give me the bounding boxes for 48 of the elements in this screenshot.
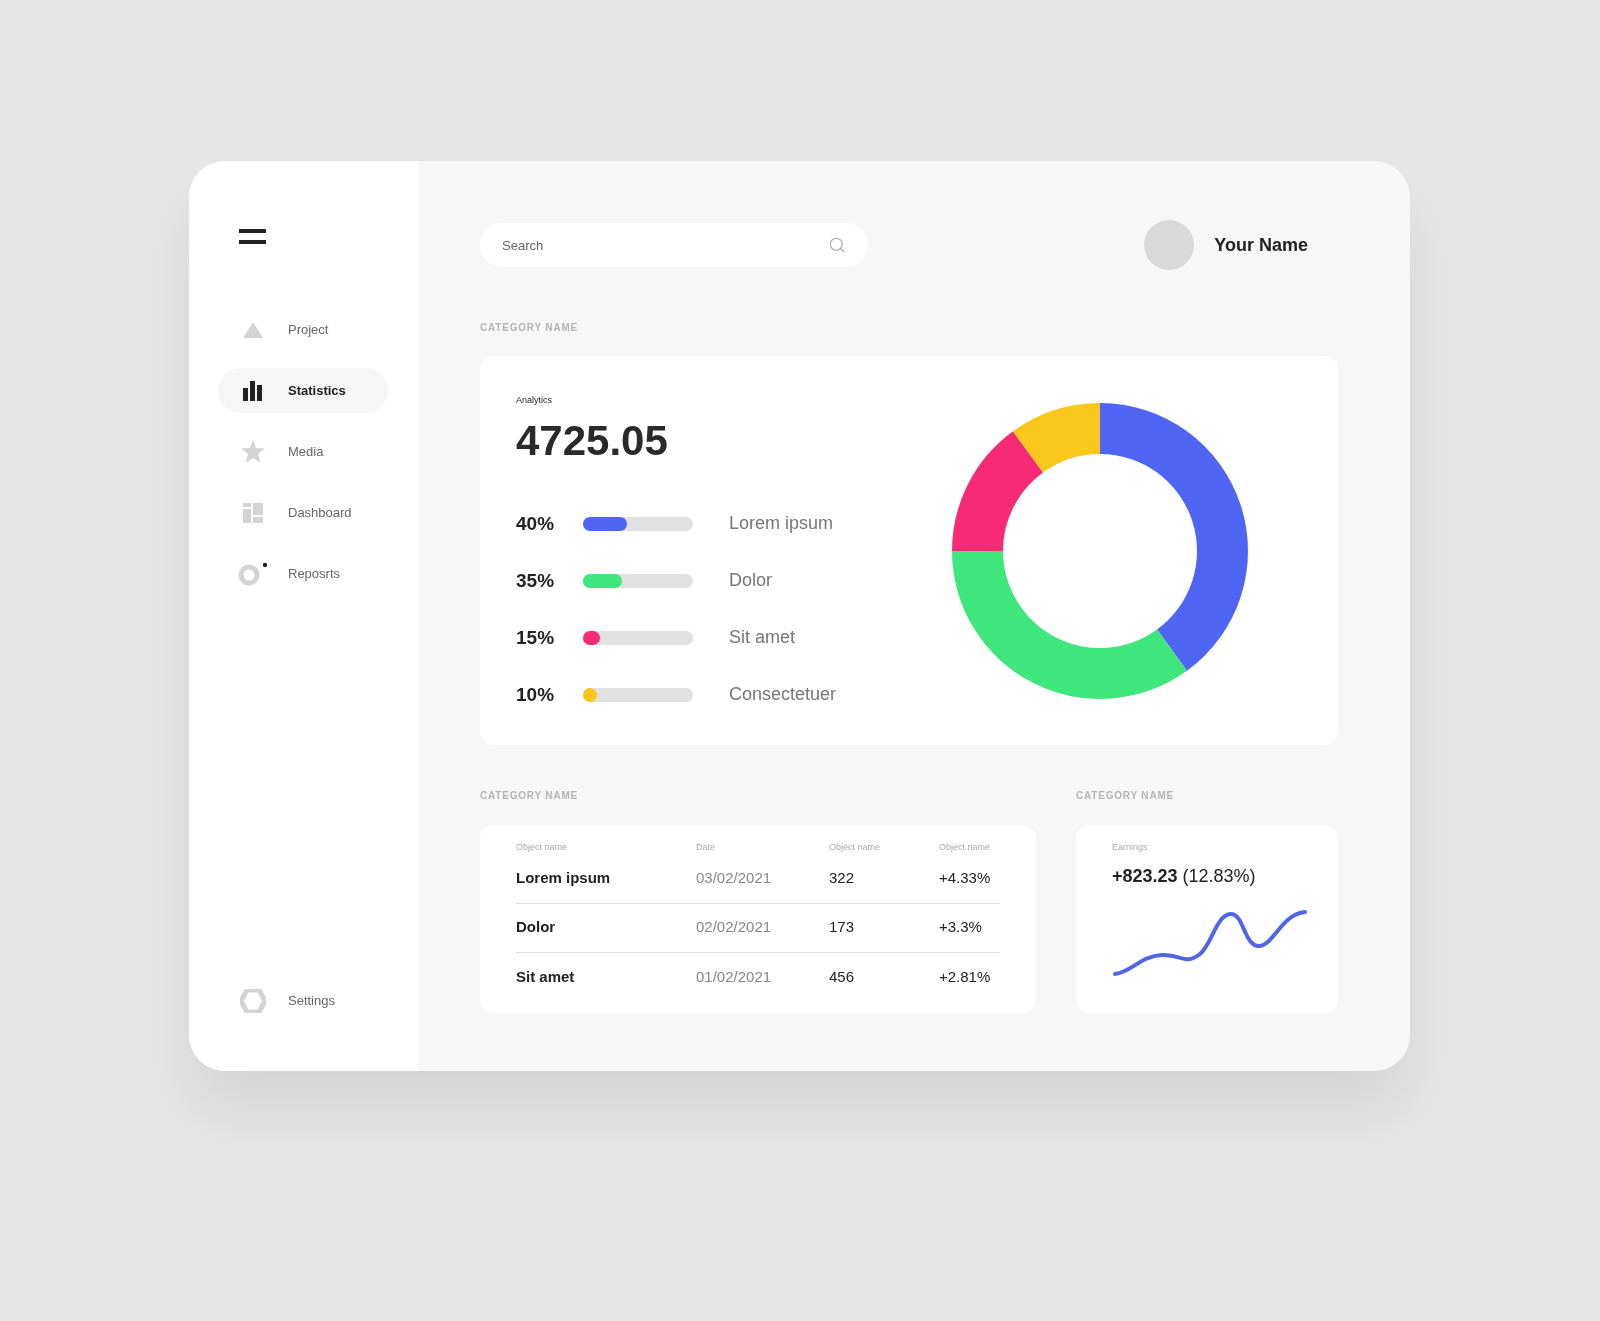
table-cell-text: 01/02/2021: [696, 966, 773, 987]
bar-chart-icon: [243, 380, 263, 401]
percent-value: 35%: [516, 568, 556, 593]
table-cell-text: 173: [829, 917, 856, 938]
triangle-icon: [242, 320, 264, 339]
category-label: Lorem ipsum: [729, 512, 834, 536]
table-cell-text: +3.3%: [939, 917, 983, 938]
table-cell-text: +2.81%: [939, 966, 992, 987]
sidebar-item[interactable]: Dashboard: [218, 490, 388, 535]
table-cell-text: 322: [829, 868, 856, 889]
table-cell-text: 456: [829, 966, 856, 987]
menu-icon[interactable]: [239, 229, 266, 245]
table-cell-text: 03/02/2021: [696, 868, 773, 889]
section-heading: CATEGORY NAME: [480, 322, 578, 333]
table-cell-text: Dolor: [516, 917, 557, 938]
card-title: Analytics: [516, 394, 553, 408]
sidebar-item[interactable]: Reposrts: [218, 551, 388, 596]
total-value: 4725.05: [516, 419, 669, 462]
earnings-value: +823.23: [1112, 864, 1178, 888]
category-label: Consectetuer: [729, 683, 837, 707]
sidebar-item[interactable]: Statistics: [218, 368, 388, 413]
table-cell-text: +4.33%: [939, 868, 992, 889]
hexagon-icon: [240, 988, 266, 1013]
section-heading: CATEGORY NAME: [1076, 789, 1175, 803]
percent-value: 15%: [516, 625, 556, 650]
column-header: Object name: [829, 841, 882, 854]
section-heading: CATEGORY NAME: [480, 789, 579, 803]
star-icon: [241, 440, 265, 463]
table-cell-text: Sit amet: [516, 966, 576, 987]
category-label: Sit amet: [729, 626, 796, 650]
table-cell-text: Lorem ipsum: [516, 868, 612, 889]
percent-value: 40%: [516, 511, 556, 536]
ring-icon: [238, 561, 268, 586]
sidebar-item[interactable]: Project: [218, 307, 388, 352]
grid-icon: [243, 502, 263, 523]
user-name: Your Name: [1214, 233, 1308, 257]
search-field[interactable]: Search: [480, 223, 868, 267]
category-label: Dolor: [729, 569, 772, 593]
settings-item[interactable]: Settings: [218, 978, 390, 1023]
earnings-change: (12.83%): [1182, 864, 1256, 888]
column-header: Object name: [516, 841, 569, 854]
sidebar-item[interactable]: Media: [218, 429, 388, 474]
search-icon: [828, 236, 846, 254]
percent-value: 10%: [516, 682, 556, 707]
column-header: Object name: [939, 841, 992, 854]
column-header: Date: [696, 841, 716, 854]
earnings-label: Earnings: [1112, 841, 1149, 854]
table-cell-text: 02/02/2021: [696, 917, 773, 938]
